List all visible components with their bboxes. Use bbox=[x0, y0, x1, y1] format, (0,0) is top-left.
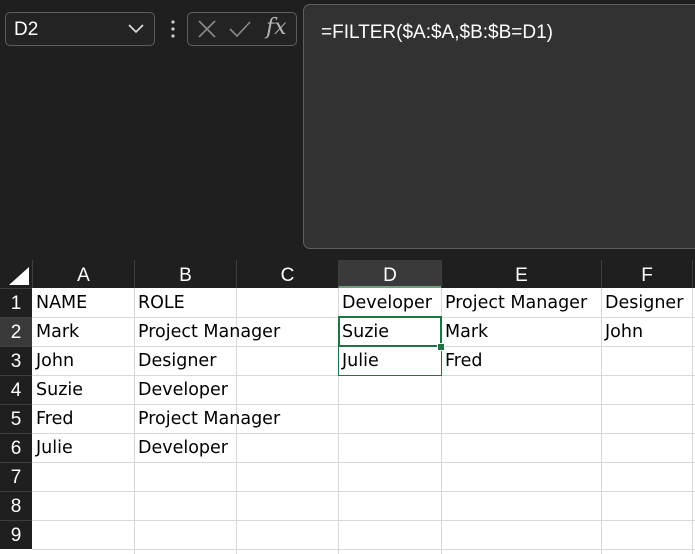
insert-function-icon[interactable]: fx bbox=[266, 15, 287, 41]
more-options-icon[interactable] bbox=[170, 19, 176, 39]
column-header-c[interactable]: C bbox=[236, 260, 338, 288]
cell-a1[interactable]: NAME bbox=[32, 288, 87, 317]
row-header-2[interactable]: 2 bbox=[0, 317, 32, 346]
chevron-down-icon[interactable] bbox=[128, 24, 144, 34]
cell-b1[interactable]: ROLE bbox=[134, 288, 185, 317]
formula-actions: fx bbox=[187, 12, 297, 46]
name-box-value: D2 bbox=[14, 19, 39, 40]
cell-d1[interactable]: Developer bbox=[338, 288, 432, 317]
column-header-b[interactable]: B bbox=[134, 260, 236, 288]
cell-b3[interactable]: Designer bbox=[134, 346, 216, 375]
row-header-7[interactable]: 7 bbox=[0, 462, 32, 491]
formula-text: =FILTER($A:$A,$B:$B=D1) bbox=[321, 22, 553, 43]
cell-b5[interactable]: Project Manager bbox=[134, 404, 280, 433]
worksheet-grid[interactable]: A B C D E F 1 2 3 4 5 6 7 8 9 NAME ROLE Developer Project … bbox=[0, 260, 695, 554]
cell-a4[interactable]: Suzie bbox=[32, 375, 83, 404]
row-gridline bbox=[32, 433, 695, 434]
row-header-6[interactable]: 6 bbox=[0, 433, 32, 462]
row-header-1[interactable]: 1 bbox=[0, 288, 32, 317]
row-header-3[interactable]: 3 bbox=[0, 346, 32, 375]
column-header-d[interactable]: D bbox=[338, 260, 441, 288]
row-header-5[interactable]: 5 bbox=[0, 404, 32, 433]
cancel-icon[interactable] bbox=[197, 19, 217, 39]
fill-handle[interactable] bbox=[437, 343, 445, 351]
name-box[interactable]: D2 bbox=[5, 12, 155, 46]
column-header-e[interactable]: E bbox=[441, 260, 601, 288]
row-gridline bbox=[32, 520, 695, 521]
cell-b6[interactable]: Developer bbox=[134, 433, 228, 462]
cell-e1[interactable]: Project Manager bbox=[441, 288, 587, 317]
cell-f2[interactable]: John bbox=[601, 317, 643, 346]
row-gridline bbox=[32, 491, 695, 492]
row-gridline bbox=[32, 462, 695, 463]
row-gridline bbox=[32, 404, 695, 405]
checkmark-icon[interactable] bbox=[228, 19, 252, 39]
cell-a2[interactable]: Mark bbox=[32, 317, 79, 346]
cell-f1[interactable]: Designer bbox=[601, 288, 683, 317]
column-header-a[interactable]: A bbox=[32, 260, 134, 288]
cell-a3[interactable]: John bbox=[32, 346, 74, 375]
cell-e2[interactable]: Mark bbox=[441, 317, 488, 346]
excel-window: D2 fx =FILTER($A:$A,$B:$B=D1) ABCDEF 1234… bbox=[0, 0, 695, 554]
row-header-8[interactable]: 8 bbox=[0, 491, 32, 520]
cell-a5[interactable]: Fred bbox=[32, 404, 73, 433]
select-all-triangle-icon bbox=[9, 267, 29, 285]
column-header-f[interactable]: F bbox=[601, 260, 692, 288]
row-header-4[interactable]: 4 bbox=[0, 375, 32, 404]
cell-e3[interactable]: Fred bbox=[441, 346, 482, 375]
cell-b2[interactable]: Project Manager bbox=[134, 317, 280, 346]
cell-a6[interactable]: Julie bbox=[32, 433, 73, 462]
active-cell-border bbox=[338, 316, 442, 347]
row-gridline bbox=[32, 549, 695, 550]
row-header-9[interactable]: 9 bbox=[0, 520, 32, 549]
select-all-button[interactable] bbox=[0, 260, 32, 288]
cell-b4[interactable]: Developer bbox=[134, 375, 228, 404]
column-gridline bbox=[692, 288, 693, 554]
formula-input[interactable]: =FILTER($A:$A,$B:$B=D1) bbox=[303, 4, 695, 249]
